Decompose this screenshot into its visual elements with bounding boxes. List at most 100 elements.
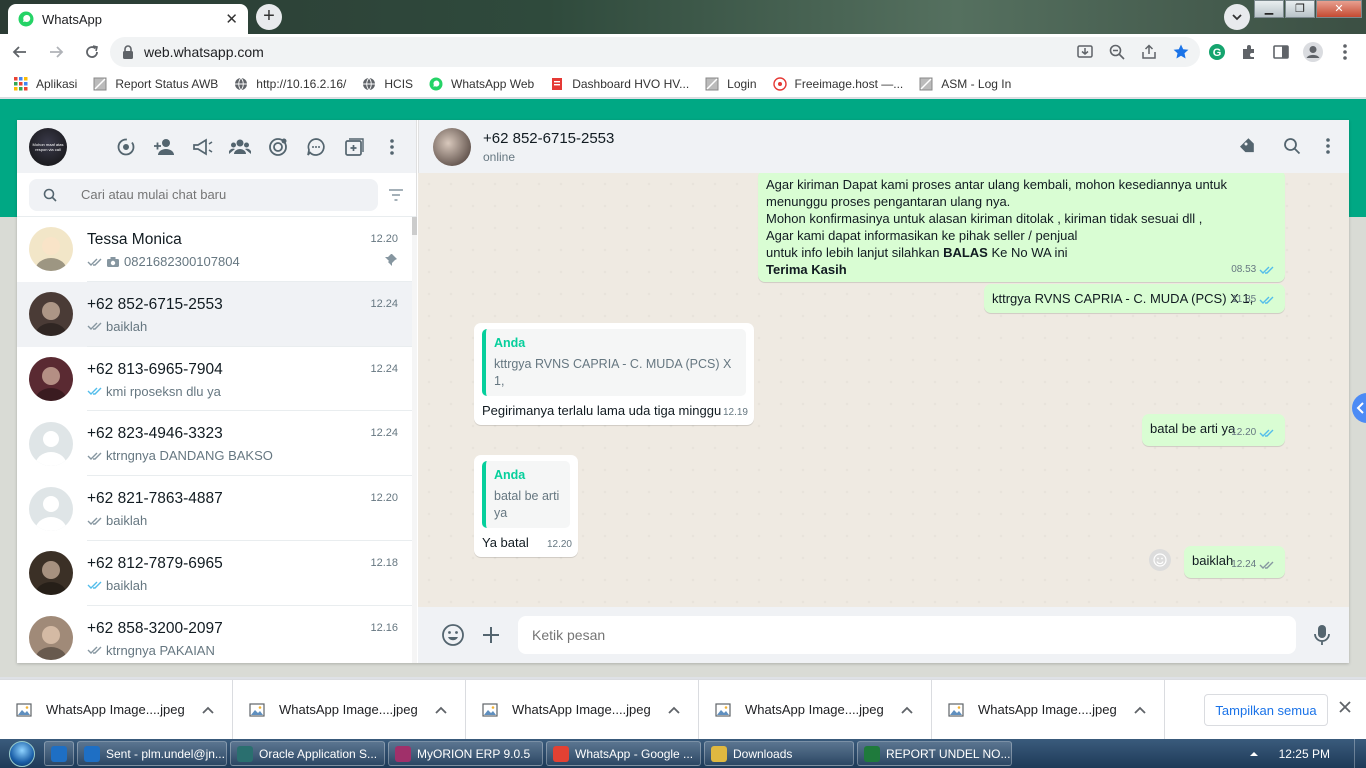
chat-preview-text: 0821682300107804	[124, 254, 240, 269]
maximize-button[interactable]: ❐	[1285, 0, 1315, 18]
message-area[interactable]: Agar kiriman Dapat kami proses antar ula…	[418, 173, 1349, 607]
reload-button[interactable]	[76, 36, 108, 68]
download-item[interactable]: WhatsApp Image....jpeg	[233, 679, 466, 740]
tab-search-button[interactable]	[1224, 4, 1250, 30]
message-incoming[interactable]: Anda batal be arti ya Ya batal 12.20	[474, 455, 578, 557]
start-button[interactable]	[0, 739, 44, 768]
taskbar-item[interactable]: Sent - plm.undel@jn...	[77, 741, 227, 766]
meta-ai-button[interactable]	[304, 135, 328, 159]
attach-button[interactable]	[478, 622, 504, 648]
quoted-message[interactable]: Anda batal be arti ya	[482, 461, 570, 528]
bookmark-item[interactable]: Freeimage.host —...	[772, 77, 903, 91]
bookmark-item[interactable]: Aplikasi	[14, 76, 77, 91]
taskbar-item[interactable]: WhatsApp - Google ...	[546, 741, 701, 766]
bookmark-item[interactable]: ASM - Log In	[919, 77, 1011, 91]
bookmark-item[interactable]: Dashboard HVO HV...	[550, 77, 689, 91]
chevron-up-icon[interactable]	[668, 706, 680, 714]
download-filename: WhatsApp Image....jpeg	[745, 702, 884, 717]
filter-icon[interactable]	[388, 188, 404, 202]
chat-list-item[interactable]: +62 858-3200-2097 12.16 ktrngnya PAKAIAN	[17, 606, 412, 663]
chat-list-item[interactable]: +62 852-6715-2553 12.24 baiklah	[17, 281, 412, 347]
minimize-button[interactable]: ▁	[1254, 0, 1284, 18]
message-outgoing[interactable]: kttrgya RVNS CAPRIA - C. MUDA (PCS) X 1,…	[984, 284, 1285, 313]
taskbar-item[interactable]: MyORION ERP 9.0.5	[388, 741, 543, 766]
window-close-button[interactable]: ✕	[1316, 0, 1362, 18]
sidebar-menu-button[interactable]	[380, 135, 404, 159]
close-download-bar-icon[interactable]	[1338, 700, 1352, 714]
download-item[interactable]: WhatsApp Image....jpeg	[699, 679, 932, 740]
chat-list-item[interactable]: +62 812-7879-6965 12.18 baiklah	[17, 541, 412, 606]
apps-grid-icon	[14, 76, 28, 91]
new-tab-button[interactable]: +	[256, 4, 282, 30]
show-all-downloads-button[interactable]: Tampilkan semua	[1204, 694, 1328, 726]
browser-menu-button[interactable]	[1332, 36, 1358, 68]
clock[interactable]: 12:25 PM	[1279, 747, 1330, 761]
contact-avatar[interactable]	[433, 127, 471, 166]
tray-expand-icon[interactable]	[1249, 750, 1259, 758]
chevron-up-icon[interactable]	[1134, 706, 1146, 714]
message-time: 12.20	[1231, 427, 1257, 438]
bookmark-item[interactable]: Login	[705, 77, 757, 91]
forward-button[interactable]	[40, 36, 72, 68]
download-item[interactable]: WhatsApp Image....jpeg	[932, 679, 1165, 740]
taskbar-item[interactable]: Oracle Application S...	[230, 741, 385, 766]
communities-button[interactable]	[228, 135, 252, 159]
bookmark-star-icon[interactable]	[1172, 43, 1190, 61]
message-line: Agar kiriman Dapat kami proses antar ula…	[766, 177, 1228, 192]
extension-grammarly-button[interactable]: G	[1204, 36, 1230, 68]
chevron-up-icon[interactable]	[435, 706, 447, 714]
search-box[interactable]	[29, 178, 379, 211]
chat-list-item[interactable]: +62 823-4946-3323 12.24 ktrngnya DANDANG…	[17, 411, 412, 477]
search-input[interactable]	[81, 187, 341, 202]
message-outgoing[interactable]: Agar kiriman Dapat kami proses antar ula…	[758, 173, 1285, 282]
chat-list-scrollbar[interactable]	[412, 217, 417, 663]
bookmark-item[interactable]: HCIS	[362, 77, 413, 91]
zoom-icon[interactable]	[1108, 43, 1126, 61]
my-avatar[interactable]: Mohon maaf atas respon via call	[29, 127, 67, 166]
address-bar[interactable]: web.whatsapp.com	[110, 37, 1200, 67]
bookmark-item[interactable]: http://10.16.2.16/	[234, 77, 346, 91]
channels-button[interactable]	[266, 135, 290, 159]
extensions-button[interactable]	[1236, 36, 1262, 68]
taskbar-items: Sent - plm.undel@jn... Oracle Application…	[77, 741, 1015, 766]
chat-avatar	[29, 551, 73, 596]
browser-tab[interactable]: WhatsApp ✕	[8, 4, 248, 34]
download-item[interactable]: WhatsApp Image....jpeg	[466, 679, 699, 740]
broadcast-button[interactable]	[190, 135, 214, 159]
profile-button[interactable]	[1300, 36, 1326, 68]
side-panel-tab[interactable]	[1352, 393, 1366, 423]
new-chat-button[interactable]	[342, 135, 366, 159]
show-desktop-button[interactable]	[1354, 739, 1366, 768]
plus-icon	[483, 627, 499, 643]
emoji-button[interactable]	[440, 622, 466, 648]
install-app-icon[interactable]	[1076, 43, 1094, 61]
back-button[interactable]	[4, 36, 36, 68]
taskbar-item[interactable]: Downloads	[704, 741, 854, 766]
message-outgoing[interactable]: batal be arti ya 12.20	[1142, 414, 1285, 446]
taskbar-item[interactable]: REPORT UNDEL NO...	[857, 741, 1012, 766]
download-item[interactable]: WhatsApp Image....jpeg	[0, 679, 233, 740]
chevron-up-icon[interactable]	[202, 706, 214, 714]
status-button[interactable]	[114, 135, 138, 159]
side-panel-button[interactable]	[1268, 36, 1294, 68]
voice-message-button[interactable]	[1314, 624, 1330, 646]
reaction-button[interactable]	[1149, 549, 1171, 571]
bookmark-item[interactable]: WhatsApp Web	[429, 77, 534, 91]
share-icon[interactable]	[1140, 43, 1158, 61]
label-tag-icon[interactable]	[1239, 137, 1259, 157]
new-contact-button[interactable]	[152, 135, 176, 159]
tab-close-icon[interactable]: ✕	[225, 10, 238, 28]
bookmark-item[interactable]: Report Status AWB	[93, 77, 218, 91]
message-outgoing[interactable]: baiklah 12.24	[1184, 546, 1285, 578]
taskbar-outlook-pinned[interactable]	[44, 741, 74, 766]
chat-list-item[interactable]: +62 821-7863-4887 12.20 baiklah	[17, 476, 412, 541]
search-messages-icon[interactable]	[1283, 137, 1301, 155]
quoted-message[interactable]: Anda kttrgya RVNS CAPRIA - C. MUDA (PCS)…	[482, 329, 746, 396]
chevron-up-icon[interactable]	[901, 706, 913, 714]
message-input[interactable]	[518, 616, 1296, 654]
kebab-menu-icon[interactable]	[1325, 137, 1331, 155]
chat-list-item[interactable]: +62 813-6965-7904 12.24 kmi rposeksn dlu…	[17, 347, 412, 412]
chat-list-item[interactable]: Tessa Monica 12.20 0821682300107804	[17, 217, 412, 282]
contact-info[interactable]: +62 852-6715-2553 online	[483, 130, 614, 164]
message-incoming[interactable]: Anda kttrgya RVNS CAPRIA - C. MUDA (PCS)…	[474, 323, 754, 425]
